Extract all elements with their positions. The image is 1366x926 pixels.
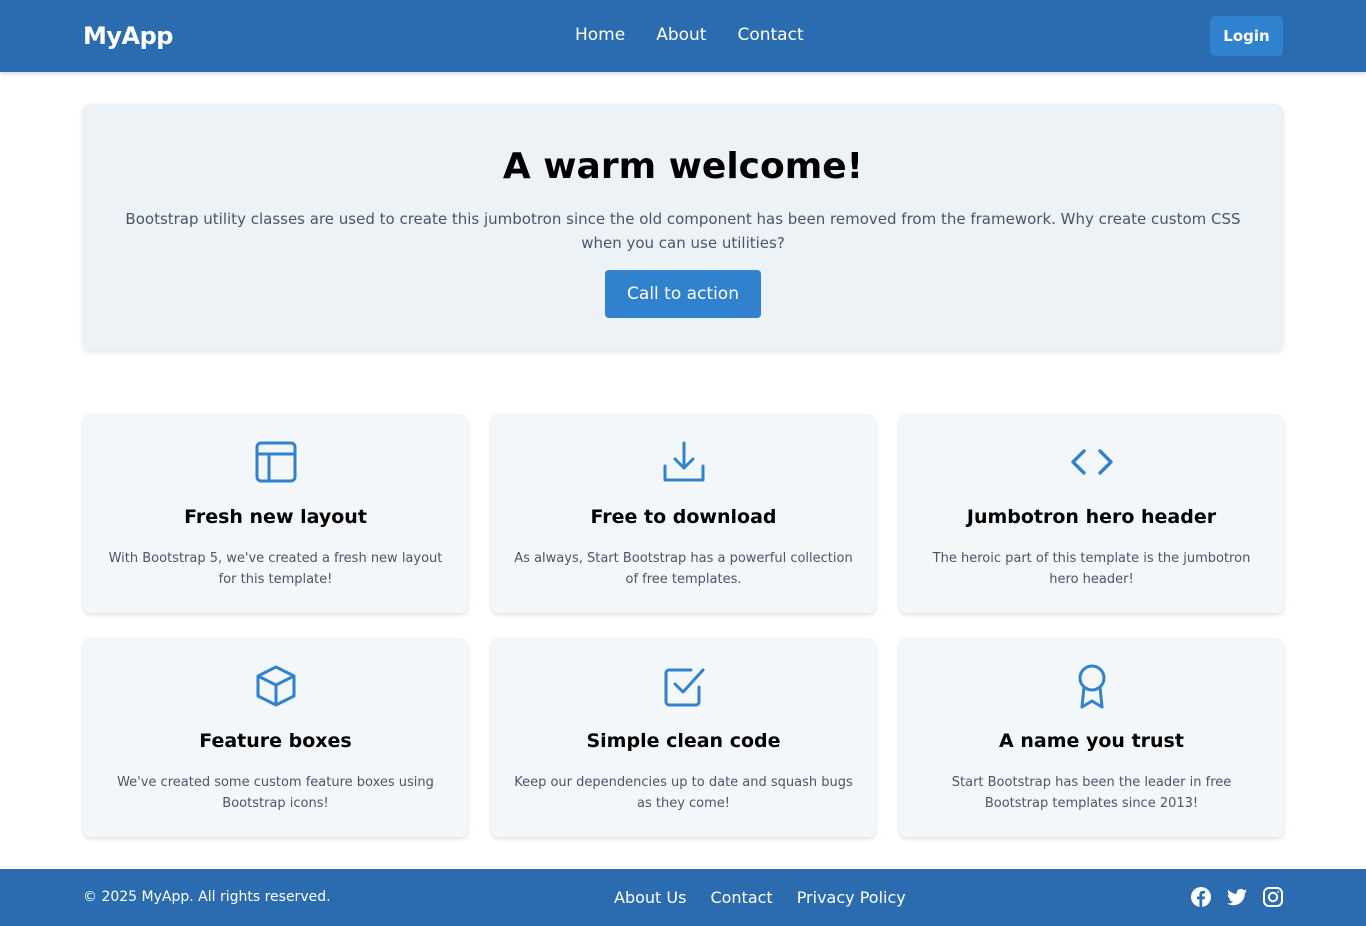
nav-links: Home About Contact	[575, 25, 804, 45]
nav-link-about[interactable]: About	[656, 25, 706, 45]
award-icon	[899, 663, 1284, 709]
footer: © 2025 MyApp. All rights reserved. About…	[0, 869, 1366, 926]
feature-title: Jumbotron hero header	[966, 506, 1217, 528]
navbar: MyApp Home About Contact Login	[0, 0, 1366, 72]
hero-title: A warm welcome!	[502, 146, 864, 187]
copyright-text: © 2025 MyApp. All rights reserved.	[83, 889, 331, 905]
feature-title: Simple clean code	[586, 730, 781, 752]
footer-link-privacy-policy[interactable]: Privacy Policy	[797, 888, 906, 907]
feature-text: Keep our dependencies up to date and squ…	[514, 775, 853, 811]
feature-text: With Bootstrap 5, we've created a fresh …	[108, 551, 443, 587]
instagram-icon[interactable]	[1262, 886, 1284, 908]
login-button[interactable]: Login	[1210, 16, 1283, 56]
feature-card: Free to download As always, Start Bootst…	[491, 414, 876, 613]
feature-card: Feature boxes We've created some custom …	[83, 638, 468, 837]
feature-card: Fresh new layout With Bootstrap 5, we've…	[83, 414, 468, 613]
feature-title: A name you trust	[999, 730, 1184, 752]
feature-grid: Fresh new layout With Bootstrap 5, we've…	[83, 414, 1284, 837]
footer-link-contact[interactable]: Contact	[710, 888, 772, 907]
layout-icon	[83, 439, 468, 485]
footer-links: About Us Contact Privacy Policy	[614, 888, 906, 907]
feature-text: Start Bootstrap has been the leader in f…	[951, 775, 1232, 811]
twitter-icon[interactable]	[1226, 886, 1248, 908]
check-square-icon	[491, 663, 876, 709]
feature-card: Jumbotron hero header The heroic part of…	[899, 414, 1284, 613]
feature-title: Free to download	[590, 506, 777, 528]
footer-link-about-us[interactable]: About Us	[614, 888, 686, 907]
social-links	[1190, 886, 1284, 908]
box-icon	[83, 663, 468, 709]
nav-link-home[interactable]: Home	[575, 25, 625, 45]
download-icon	[491, 439, 876, 485]
feature-title: Feature boxes	[199, 730, 352, 752]
feature-text: We've created some custom feature boxes …	[117, 775, 434, 811]
feature-card: A name you trust Start Bootstrap has bee…	[899, 638, 1284, 837]
feature-text: The heroic part of this template is the …	[932, 551, 1251, 587]
nav-link-contact[interactable]: Contact	[737, 25, 803, 45]
call-to-action-button[interactable]: Call to action	[605, 270, 761, 318]
facebook-icon[interactable]	[1190, 886, 1212, 908]
hero-jumbotron: A warm welcome! Bootstrap utility classe…	[83, 104, 1283, 350]
code-icon	[899, 439, 1284, 485]
brand-logo[interactable]: MyApp	[83, 22, 173, 50]
hero-text: Bootstrap utility classes are used to cr…	[125, 210, 1241, 252]
feature-title: Fresh new layout	[184, 506, 367, 528]
feature-text: As always, Start Bootstrap has a powerfu…	[514, 551, 853, 587]
feature-card: Simple clean code Keep our dependencies …	[491, 638, 876, 837]
